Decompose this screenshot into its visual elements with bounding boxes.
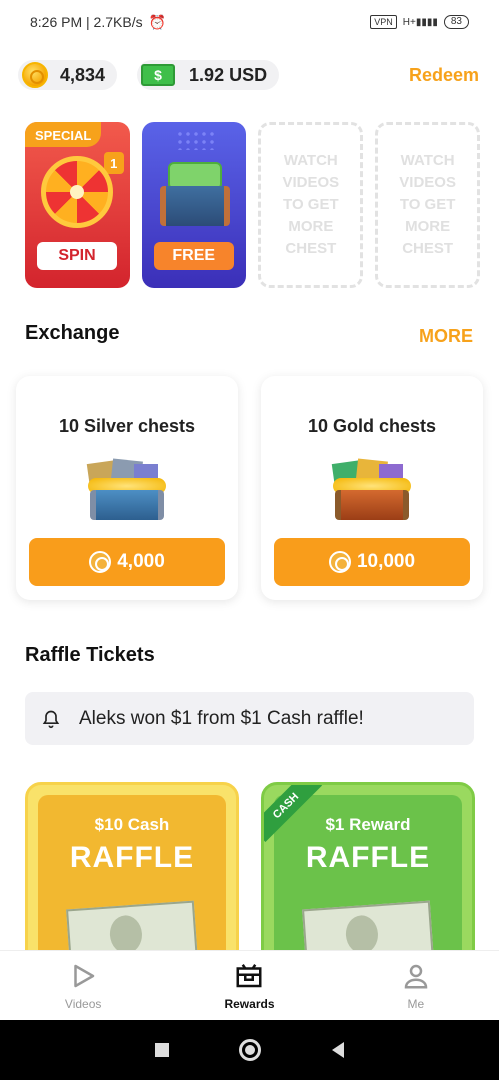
vpn-indicator: VPN xyxy=(370,15,397,29)
bell-icon xyxy=(42,710,60,728)
cash-amount: 1.92 USD xyxy=(189,64,268,85)
spin-wheel-icon xyxy=(41,156,113,228)
user-icon xyxy=(404,964,428,988)
home-button[interactable] xyxy=(239,1039,262,1061)
bottom-nav: Videos Rewards Me xyxy=(0,950,499,1020)
nav-label: Videos xyxy=(64,996,102,1011)
chest-row: SPECIAL 1 SPIN FREE WATCH VIDEOS TO GET … xyxy=(25,122,480,288)
exchange-title: Exchange xyxy=(25,322,120,344)
notice-text: Aleks won $1 from $1 Cash raffle! xyxy=(79,707,364,729)
treasure-chest-icon xyxy=(159,162,230,226)
coin-icon xyxy=(328,551,351,573)
empty-chest-slot[interactable]: WATCH VIDEOS TO GET MORE CHEST xyxy=(258,122,364,288)
nav-videos[interactable]: Videos xyxy=(0,951,166,1020)
alarm-icon: ⏰ xyxy=(148,13,167,30)
free-chest[interactable]: FREE xyxy=(141,122,247,288)
battery-indicator: 83 xyxy=(443,15,469,29)
chest-icon xyxy=(236,963,262,987)
cash-balance: $ 1.92 USD xyxy=(137,60,280,90)
network-type: H+ xyxy=(402,16,416,28)
back-button[interactable] xyxy=(331,1042,344,1058)
nav-label: Me xyxy=(407,996,425,1011)
exchange-price-button[interactable]: 4,000 xyxy=(29,538,225,586)
gold-chest-icon xyxy=(331,458,411,520)
raffle-row: $10 Cash RAFFLE CASH $1 Reward RAFFLE xyxy=(25,782,475,950)
special-spin-chest[interactable]: SPECIAL 1 SPIN xyxy=(25,122,130,288)
balance-row: 4,834 $ 1.92 USD Redeem xyxy=(18,58,479,92)
status-bar: 8:26 PM | 2.7KB/s ⏰ VPN H+▮▮▮▮ 83 xyxy=(0,0,499,44)
recent-apps-button[interactable] xyxy=(155,1043,170,1057)
exchange-price-button[interactable]: 10,000 xyxy=(274,538,470,586)
raffle-card-cash[interactable]: $10 Cash RAFFLE xyxy=(25,782,239,950)
coin-icon xyxy=(89,551,112,573)
status-left: 8:26 PM | 2.7KB/s ⏰ xyxy=(30,14,166,31)
banknote-icon xyxy=(66,900,198,950)
exchange-row: 10 Silver chests 4,000 10 Gold chests 10… xyxy=(16,376,483,602)
exchange-card-gold: 10 Gold chests 10,000 xyxy=(261,376,483,600)
cash-icon: $ xyxy=(141,64,176,86)
empty-chest-slot[interactable]: WATCH VIDEOS TO GET MORE CHEST xyxy=(375,122,480,288)
raffle-card-title: RAFFLE xyxy=(305,841,431,874)
exchange-item-name: 10 Gold chests xyxy=(307,416,437,436)
nav-rewards[interactable]: Rewards xyxy=(166,951,332,1020)
redeem-button[interactable]: Redeem xyxy=(409,65,479,86)
exchange-price: 4,000 xyxy=(117,551,165,572)
coin-icon xyxy=(22,62,48,88)
free-button[interactable]: FREE xyxy=(153,242,234,270)
exchange-price: 10,000 xyxy=(356,551,416,572)
status-right: VPN H+▮▮▮▮ 83 xyxy=(370,15,469,29)
status-time: 8:26 PM | 2.7KB/s xyxy=(30,14,143,30)
nav-me[interactable]: Me xyxy=(333,951,499,1020)
coin-balance: 4,834 xyxy=(18,60,118,90)
raffle-card-title: RAFFLE xyxy=(69,841,195,874)
play-icon xyxy=(74,964,95,987)
raffle-winner-notice: Aleks won $1 from $1 Cash raffle! xyxy=(25,692,474,745)
nav-label: Rewards xyxy=(224,996,275,1011)
system-nav-bar xyxy=(0,1020,499,1080)
raffle-title: Raffle Tickets xyxy=(25,644,155,666)
special-tag: SPECIAL xyxy=(25,122,102,147)
exchange-more-link[interactable]: MORE xyxy=(419,326,473,347)
coin-amount: 4,834 xyxy=(60,64,106,85)
exchange-card-silver: 10 Silver chests 4,000 xyxy=(16,376,238,600)
spin-button[interactable]: SPIN xyxy=(37,242,117,270)
signal-icon: H+▮▮▮▮ xyxy=(402,16,438,28)
decor-dots xyxy=(175,130,216,150)
raffle-subtitle: $10 Cash xyxy=(94,815,170,834)
raffle-subtitle: $1 Reward xyxy=(325,815,411,834)
silver-chest-icon xyxy=(86,458,166,520)
raffle-card-reward[interactable]: CASH $1 Reward RAFFLE xyxy=(261,782,475,950)
exchange-item-name: 10 Silver chests xyxy=(58,416,196,436)
banknote-icon xyxy=(302,900,434,950)
